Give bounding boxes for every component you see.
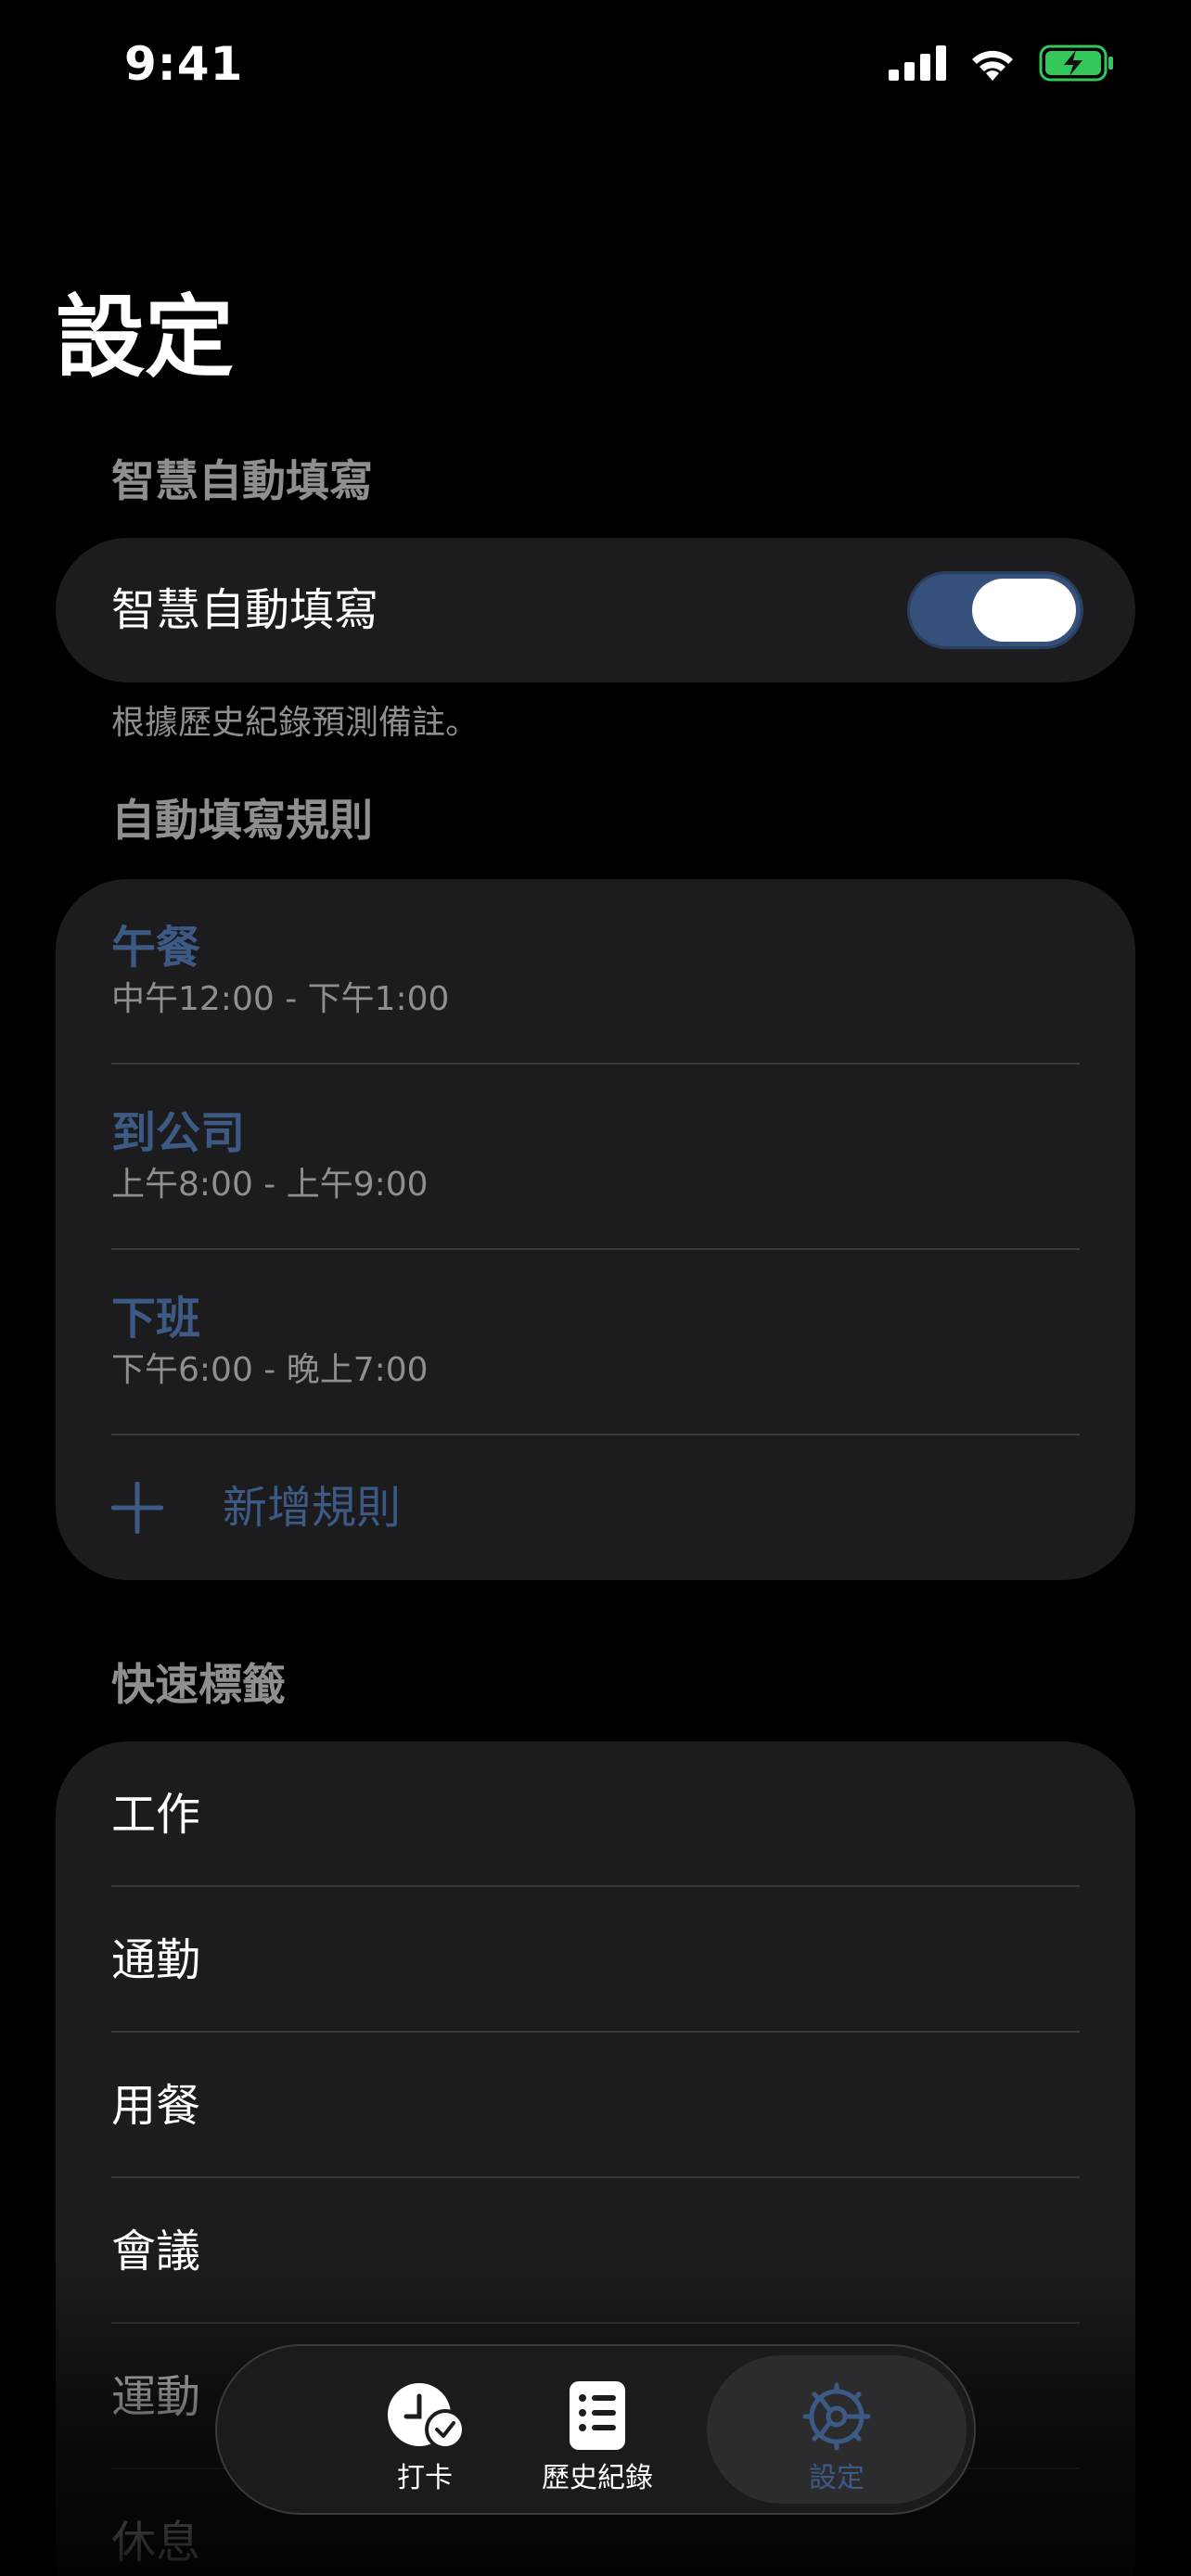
- rule-time: 中午12:00 - 下午1:00: [111, 980, 450, 1018]
- status-icons: [889, 45, 1115, 82]
- smart-fill-toggle[interactable]: [907, 571, 1083, 649]
- rules-section-header: 自動填寫規則: [111, 796, 373, 847]
- add-rule-button[interactable]: 新增規則: [111, 1435, 668, 1580]
- clock-check-icon: [388, 2383, 464, 2448]
- rules-card: 午餐 中午12:00 - 下午1:00 到公司 上午8:00 - 上午9:00 …: [56, 879, 1135, 1580]
- rule-time: 上午8:00 - 上午9:00: [111, 1166, 429, 1204]
- smart-fill-toggle-label: 智慧自動填寫: [111, 584, 379, 636]
- rule-name: 午餐: [111, 922, 201, 974]
- tag-label: 會議: [111, 2225, 201, 2277]
- smart-fill-section-header: 智慧自動填寫: [111, 456, 373, 507]
- wifi-icon: [972, 50, 1013, 81]
- gear-icon: [802, 2382, 871, 2451]
- rule-row-lunch[interactable]: 午餐 中午12:00 - 下午1:00: [111, 879, 1080, 1065]
- tag-label: 工作: [111, 1789, 201, 1841]
- battery-charging-icon: [1039, 45, 1113, 82]
- plus-icon: [111, 1482, 163, 1534]
- list-icon: [570, 2381, 625, 2450]
- rule-name: 到公司: [111, 1107, 246, 1159]
- rule-name: 下班: [111, 1293, 201, 1345]
- tag-row[interactable]: 用餐: [111, 2033, 1080, 2178]
- tab-label: 打卡: [397, 2462, 453, 2494]
- smart-fill-card: 智慧自動填寫: [56, 538, 1135, 682]
- rule-row-off-work[interactable]: 下班 下午6:00 - 晚上7:00: [111, 1250, 1080, 1435]
- tab-label: 設定: [809, 2462, 864, 2494]
- tags-section-header: 快速標籤: [111, 1660, 286, 1711]
- toggle-knob: [972, 579, 1076, 642]
- rule-time: 下午6:00 - 晚上7:00: [111, 1351, 429, 1389]
- tab-history[interactable]: 歷史紀錄: [505, 2355, 690, 2504]
- tag-row[interactable]: 工作: [111, 1741, 1080, 1887]
- tag-row[interactable]: 通勤: [111, 1887, 1080, 2033]
- tab-settings[interactable]: 設定: [707, 2355, 967, 2504]
- status-bar: 9:41: [0, 0, 1191, 139]
- tab-label: 歷史紀錄: [542, 2462, 653, 2494]
- tag-label: 通勤: [111, 1934, 201, 1986]
- tag-row[interactable]: 會議: [111, 2178, 1080, 2324]
- tag-label: 運動: [111, 2371, 201, 2423]
- smart-fill-footnote: 根據歷史紀錄預測備註。: [111, 704, 480, 742]
- tab-clock-in[interactable]: 打卡: [332, 2355, 518, 2504]
- tag-label: 用餐: [111, 2080, 201, 2132]
- cellular-signal-icon: [889, 45, 946, 81]
- rule-row-arrive-office[interactable]: 到公司 上午8:00 - 上午9:00: [111, 1065, 1080, 1250]
- status-time: 9:41: [124, 37, 244, 91]
- tag-label: 休息: [111, 2517, 201, 2569]
- tab-bar: 打卡 歷史紀錄 設定: [215, 2344, 976, 2515]
- add-rule-label: 新增規則: [223, 1482, 402, 1534]
- page-title: 設定: [56, 286, 234, 389]
